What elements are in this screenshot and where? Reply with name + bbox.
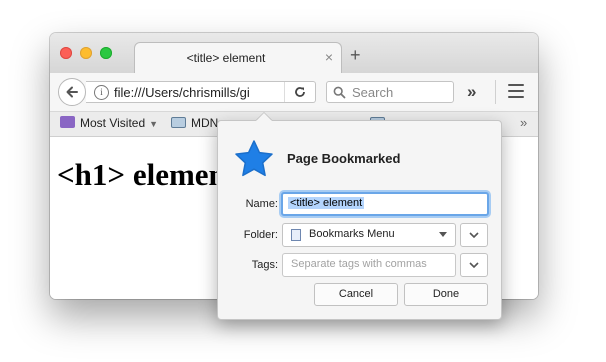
folder-label: Folder: [243, 229, 278, 241]
most-visited-icon [60, 116, 75, 128]
reload-icon [295, 87, 305, 97]
search-placeholder: Search [352, 85, 394, 100]
bookmark-mdn[interactable]: MDN [171, 116, 218, 130]
folder-icon [171, 117, 186, 128]
chevron-down-icon: ▼ [149, 119, 159, 129]
done-button[interactable]: Done [404, 283, 488, 306]
toolbar-overflow-button[interactable]: » [467, 82, 476, 102]
new-tab-button[interactable]: + [350, 45, 361, 66]
chevron-down-icon [469, 262, 479, 269]
url-text[interactable]: file:///Users/chrismills/gi [114, 85, 260, 100]
tab-active[interactable]: <title> element × [134, 42, 342, 74]
tab-close-icon[interactable]: × [325, 49, 333, 65]
page-heading: <h1> element [57, 157, 237, 192]
chevron-down-icon [439, 232, 447, 237]
info-icon[interactable]: i [94, 85, 109, 100]
bookmarks-overflow-button[interactable]: » [520, 115, 527, 130]
url-bar[interactable]: i file:///Users/chrismills/gi [86, 81, 316, 103]
minimize-window-button[interactable] [80, 47, 92, 59]
name-label: Name: [245, 198, 278, 210]
chevron-down-icon [469, 232, 479, 239]
bookmark-popup: Page Bookmarked Name: <title> element Fo… [217, 120, 502, 320]
name-input[interactable]: <title> element [281, 192, 489, 216]
bookmarks-menu-icon [291, 229, 301, 241]
back-button[interactable] [58, 78, 86, 106]
bookmark-most-visited[interactable]: Most Visited ▼ [60, 116, 158, 130]
name-input-value: <title> element [288, 197, 365, 209]
maximize-window-button[interactable] [100, 47, 112, 59]
tags-expand-button[interactable] [460, 253, 488, 277]
cancel-button[interactable]: Cancel [314, 283, 398, 306]
search-icon [333, 86, 346, 99]
tab-title: <title> element [186, 51, 266, 65]
folder-select[interactable]: Bookmarks Menu [282, 223, 456, 247]
navigation-toolbar: i file:///Users/chrismills/gi Search » [50, 73, 538, 112]
folder-select-value: Bookmarks Menu [309, 228, 395, 240]
folder-expand-button[interactable] [460, 223, 488, 247]
popup-arrow-inner [256, 113, 272, 121]
popup-title: Page Bookmarked [287, 151, 401, 166]
tags-label: Tags: [251, 259, 278, 271]
tab-bar: <title> element × + [50, 33, 538, 74]
toolbar-separator [495, 80, 496, 104]
tags-placeholder: Separate tags with commas [291, 258, 427, 270]
tags-input[interactable]: Separate tags with commas [282, 253, 456, 277]
hamburger-menu-icon[interactable] [508, 84, 524, 98]
reload-button[interactable] [284, 82, 315, 102]
back-arrow-icon [66, 86, 78, 98]
star-icon [235, 140, 273, 177]
close-window-button[interactable] [60, 47, 72, 59]
search-bar[interactable]: Search [326, 81, 454, 103]
